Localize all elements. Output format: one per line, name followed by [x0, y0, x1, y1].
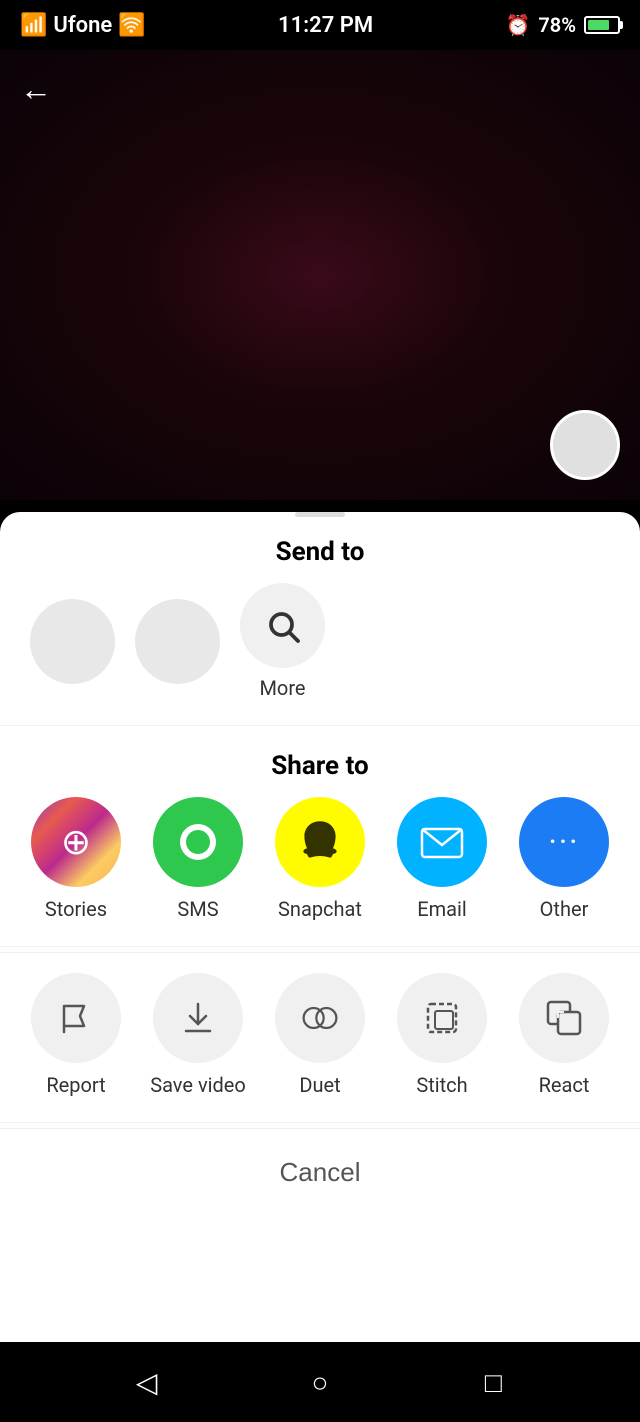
action-item-stitch[interactable]: Stitch: [388, 973, 496, 1097]
action-item-report[interactable]: Report: [22, 973, 130, 1097]
duet-icon-circle: [275, 973, 365, 1063]
sms-icon-circle: [153, 797, 243, 887]
bottom-sheet: Send to More Share to ⊕ Stories: [0, 512, 640, 1342]
share-item-stories[interactable]: ⊕ Stories: [22, 797, 130, 921]
alarm-icon: ⏰: [505, 13, 530, 37]
email-envelope-icon: [417, 817, 467, 867]
message-icon: [174, 818, 222, 866]
save-video-label: Save video: [150, 1073, 246, 1097]
cancel-section: Cancel: [0, 1128, 640, 1216]
friend-avatar-1: [30, 599, 115, 684]
time-display: 11:27 PM: [278, 13, 373, 38]
duet-icon: [300, 998, 340, 1038]
back-nav-button[interactable]: ◁: [122, 1357, 172, 1407]
avatar: [550, 410, 620, 480]
carrier-name: Ufone: [53, 13, 112, 38]
other-dots-icon: ···: [548, 823, 579, 861]
stories-plus-icon: ⊕: [61, 821, 91, 863]
status-left: 📶 Ufone 🛜: [20, 13, 146, 38]
divider-1: [0, 725, 640, 726]
save-video-icon-circle: [153, 973, 243, 1063]
signal-icon: 📶: [20, 13, 47, 38]
action-item-save-video[interactable]: Save video: [144, 973, 252, 1097]
share-item-other[interactable]: ··· Other: [510, 797, 618, 921]
status-bar: 📶 Ufone 🛜 11:27 PM ⏰ 78%: [0, 0, 640, 50]
duet-label: Duet: [299, 1073, 340, 1097]
battery-percent: 78%: [538, 13, 576, 37]
flag-icon: [56, 998, 96, 1038]
search-row: More: [0, 583, 640, 720]
download-icon: [178, 998, 218, 1038]
battery-fill: [588, 20, 609, 30]
cancel-button[interactable]: Cancel: [280, 1157, 361, 1188]
friend-avatar-2: [135, 599, 220, 684]
sms-label: SMS: [177, 897, 218, 921]
stitch-icon-circle: [397, 973, 487, 1063]
snapchat-ghost-icon: [294, 816, 346, 868]
status-right: ⏰ 78%: [505, 13, 620, 37]
search-icon: [265, 608, 301, 644]
divider-2: [0, 946, 640, 947]
battery-icon: [584, 16, 620, 34]
more-search-item[interactable]: More: [240, 583, 325, 700]
nav-bar: ◁ ○ □: [0, 1342, 640, 1422]
email-icon-circle: [397, 797, 487, 887]
share-item-sms[interactable]: SMS: [144, 797, 252, 921]
more-label: More: [259, 676, 305, 700]
stories-label: Stories: [45, 897, 107, 921]
react-icon-circle: [519, 973, 609, 1063]
wifi-icon: 🛜: [118, 13, 145, 38]
recent-nav-button[interactable]: □: [468, 1357, 518, 1407]
send-to-title: Send to: [0, 527, 640, 583]
sheet-handle: [295, 512, 345, 517]
other-label: Other: [540, 897, 589, 921]
share-to-title: Share to: [0, 731, 640, 797]
report-label: Report: [46, 1073, 105, 1097]
action-row: Report Save video Duet: [0, 952, 640, 1117]
search-circle[interactable]: [240, 583, 325, 668]
back-button[interactable]: ←: [20, 70, 52, 108]
email-label: Email: [417, 897, 467, 921]
share-row: ⊕ Stories SMS Snapchat: [0, 797, 640, 941]
stitch-icon: [422, 998, 462, 1038]
share-item-snapchat[interactable]: Snapchat: [266, 797, 374, 921]
stitch-label: Stitch: [416, 1073, 467, 1097]
react-icon: [544, 998, 584, 1038]
video-area: ←: [0, 50, 640, 500]
home-nav-button[interactable]: ○: [295, 1357, 345, 1407]
snapchat-label: Snapchat: [278, 897, 362, 921]
stories-icon-circle: ⊕: [31, 797, 121, 887]
action-item-duet[interactable]: Duet: [266, 973, 374, 1097]
snapchat-icon-circle: [275, 797, 365, 887]
react-label: React: [539, 1073, 590, 1097]
other-icon-circle: ···: [519, 797, 609, 887]
report-icon-circle: [31, 973, 121, 1063]
divider-3: [0, 1122, 640, 1123]
action-item-react[interactable]: React: [510, 973, 618, 1097]
share-item-email[interactable]: Email: [388, 797, 496, 921]
